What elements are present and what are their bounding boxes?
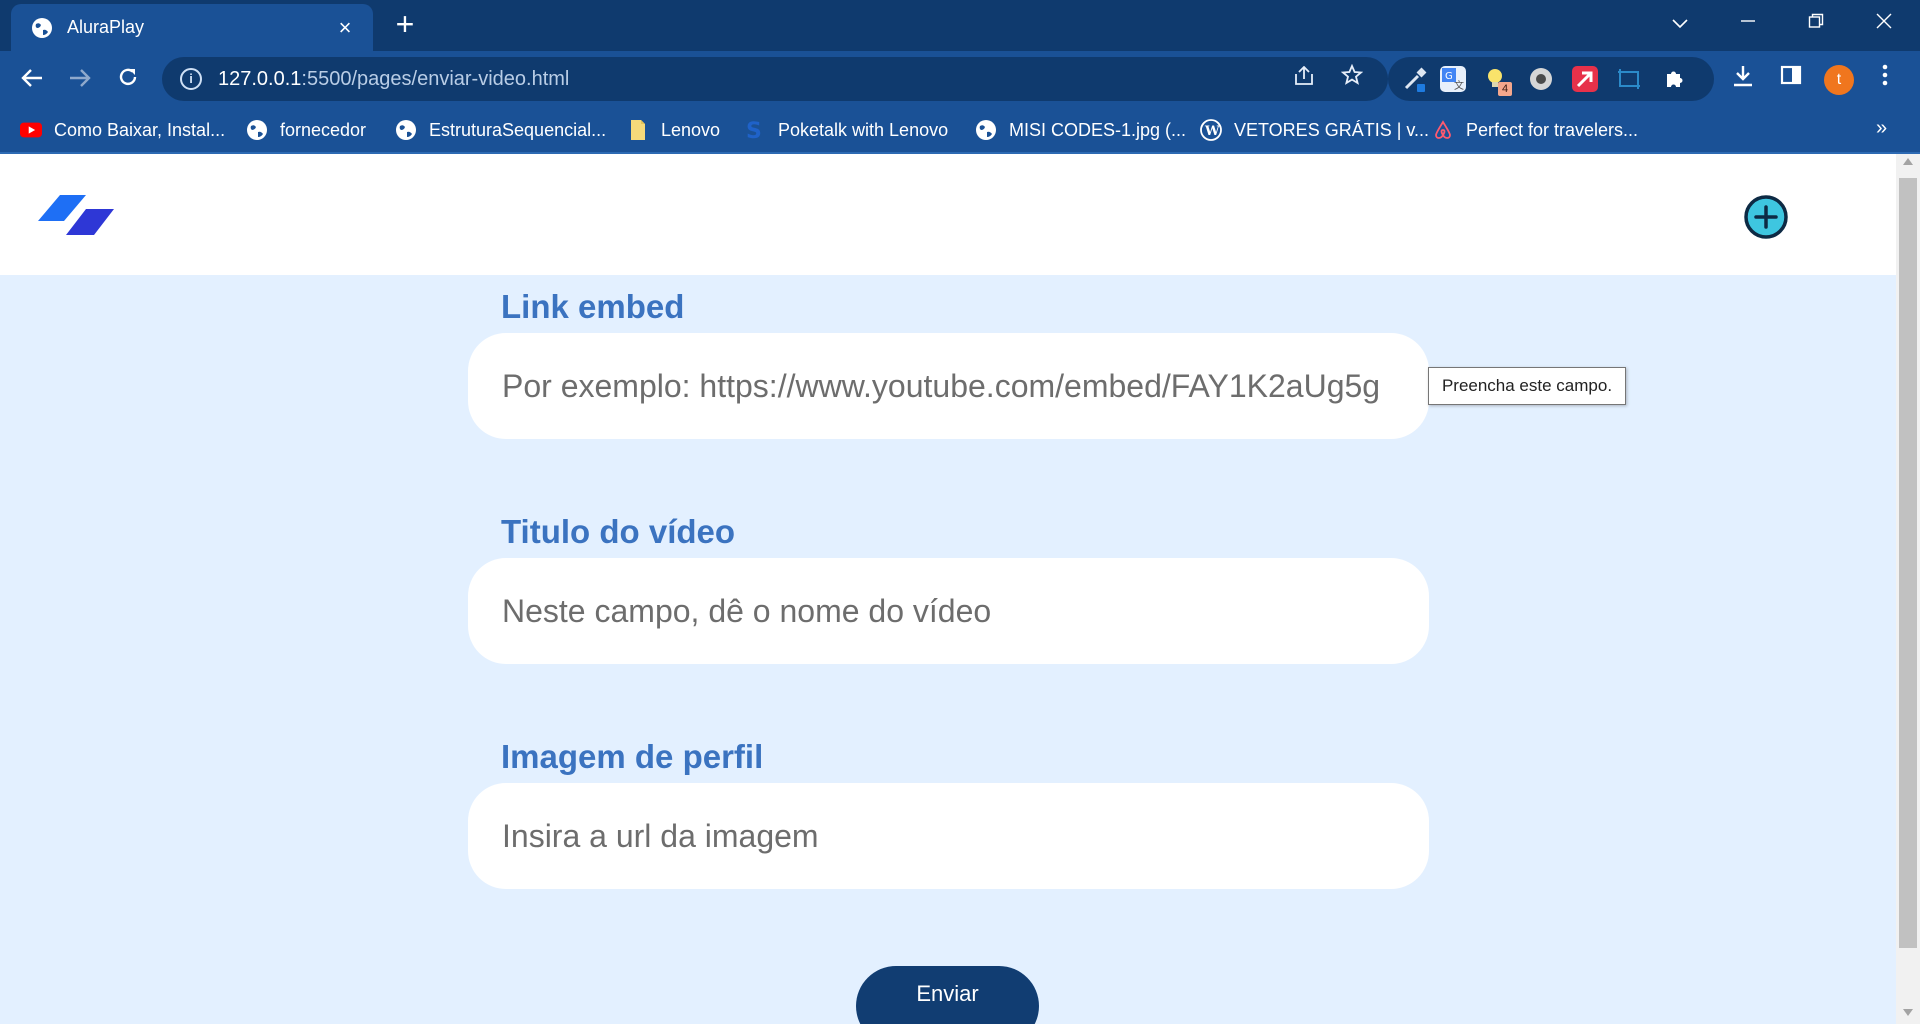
bookmark-item[interactable]: fornecedor	[246, 117, 366, 143]
scrollbar-thumb[interactable]	[1899, 178, 1917, 948]
browser-titlebar: AluraPlay × +	[0, 0, 1920, 51]
profile-avatar[interactable]: t	[1824, 65, 1854, 95]
s-logo-icon: S	[744, 119, 766, 141]
svg-text:文: 文	[1454, 79, 1464, 92]
side-panel-icon[interactable]	[1776, 64, 1806, 94]
svg-text:W: W	[1204, 124, 1220, 139]
validation-tooltip: Preencha este campo.	[1428, 367, 1626, 405]
url-host: 127.0.0.1	[218, 67, 302, 90]
extension-badge: 4	[1498, 82, 1512, 96]
scroll-up-arrow-icon[interactable]	[1903, 158, 1913, 165]
back-icon[interactable]	[17, 64, 47, 94]
svg-text:G: G	[1445, 71, 1453, 82]
video-title-input[interactable]	[468, 558, 1429, 664]
arrow-extension-icon[interactable]	[1572, 66, 1598, 92]
bookmark-label: Como Baixar, Instal...	[54, 119, 226, 140]
globe-icon	[975, 119, 997, 141]
site-info-icon[interactable]: i	[180, 68, 202, 90]
add-video-plus-icon[interactable]	[1743, 194, 1789, 240]
screenshot-extension-icon[interactable]	[1616, 66, 1642, 92]
close-window-icon[interactable]	[1864, 8, 1904, 38]
bookmark-item[interactable]: MISI CODES-1.jpg (...	[975, 117, 1186, 143]
restore-icon[interactable]	[1796, 8, 1836, 38]
bookmark-label: Poketalk with Lenovo	[778, 119, 949, 140]
reload-icon[interactable]	[113, 64, 143, 94]
bookmarks-bar: Como Baixar, Instal... fornecedor Estrut…	[0, 107, 1920, 154]
browser-menu-icon[interactable]	[1870, 64, 1900, 94]
eyedropper-extension-icon[interactable]	[1402, 66, 1428, 92]
translate-extension-icon[interactable]: G文	[1440, 66, 1466, 92]
bookmark-label: Perfect for travelers...	[1466, 119, 1639, 140]
submit-button[interactable]: Enviar	[856, 966, 1039, 1024]
extensions-puzzle-icon[interactable]	[1662, 66, 1688, 92]
bookmark-star-icon[interactable]	[1334, 57, 1370, 101]
bookmark-label: VETORES GRÁTIS | v...	[1234, 119, 1430, 140]
address-bar[interactable]: i 127.0.0.1:5500/pages/enviar-video.html	[162, 57, 1388, 101]
bookmark-label: EstruturaSequencial...	[429, 119, 607, 140]
bookmark-item[interactable]: Lenovo	[627, 117, 720, 143]
page-scrollbar[interactable]	[1896, 154, 1920, 1024]
bookmark-item[interactable]: Como Baixar, Instal...	[20, 117, 225, 143]
forward-icon[interactable]	[65, 64, 95, 94]
url-path: :5500/pages/enviar-video.html	[301, 67, 570, 90]
bookmark-label: MISI CODES-1.jpg (...	[1009, 119, 1187, 140]
folder-icon	[627, 119, 649, 141]
minimize-icon[interactable]	[1728, 8, 1768, 38]
svg-text:S: S	[746, 119, 762, 141]
bookmark-label: fornecedor	[280, 119, 367, 140]
globe-icon	[31, 17, 53, 39]
globe-icon	[246, 119, 268, 141]
tab-title: AluraPlay	[67, 17, 145, 37]
bookmark-item[interactable]: S Poketalk with Lenovo	[744, 117, 948, 143]
downloads-icon[interactable]	[1728, 64, 1758, 94]
close-tab-icon[interactable]: ×	[333, 16, 357, 39]
new-tab-button[interactable]: +	[390, 8, 420, 40]
youtube-icon	[20, 119, 42, 141]
profile-image-label: Imagem de perfil	[501, 738, 764, 775]
bookmark-item[interactable]: W VETORES GRÁTIS | v...	[1200, 117, 1429, 143]
embed-link-label: Link embed	[501, 288, 685, 325]
bookmark-item[interactable]: Perfect for travelers...	[1432, 117, 1638, 143]
browser-tab[interactable]: AluraPlay ×	[11, 4, 373, 51]
wordpress-icon: W	[1200, 119, 1222, 141]
airbnb-icon	[1432, 119, 1454, 141]
tab-search-icon[interactable]	[1660, 8, 1700, 38]
aluraplay-logo-icon[interactable]	[38, 195, 114, 237]
bookmark-label: Lenovo	[661, 119, 721, 140]
page-content: Link embed Preencha este campo. Titulo d…	[0, 154, 1896, 1024]
bookmark-item[interactable]: EstruturaSequencial...	[395, 117, 606, 143]
bookmarks-overflow-icon[interactable]: »	[1876, 117, 1887, 140]
video-title-label: Titulo do vídeo	[501, 513, 736, 550]
embed-link-input[interactable]	[468, 333, 1429, 439]
browser-toolbar: i 127.0.0.1:5500/pages/enviar-video.html…	[0, 51, 1920, 107]
profile-image-input[interactable]	[468, 783, 1429, 889]
eye-extension-icon[interactable]	[1528, 66, 1554, 92]
globe-icon	[395, 119, 417, 141]
share-icon[interactable]	[1286, 57, 1322, 101]
scroll-down-arrow-icon[interactable]	[1903, 1009, 1913, 1016]
extensions-tray: G文 4	[1388, 57, 1714, 101]
site-header	[0, 154, 1896, 275]
